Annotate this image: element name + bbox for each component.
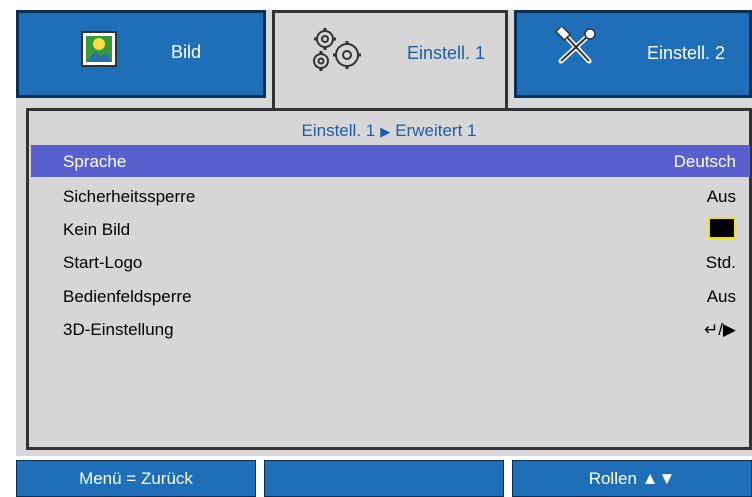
scroll-button[interactable]: Rollen ▲▼ [512, 460, 752, 497]
menu-item-value: Std. [705, 253, 736, 272]
picture-icon [81, 31, 117, 72]
menu-item-value: Aus [706, 287, 736, 306]
osd-menu: Bild Einstell. 1 Einstell. 2 Einstell. 1… [16, 10, 752, 456]
tab-bild[interactable]: Bild [16, 10, 266, 98]
tab-label: Einstell. 2 [647, 43, 726, 63]
menu-item-label: 3D-Einstellung [63, 320, 174, 339]
menu-item-value: Aus [706, 187, 736, 206]
breadcrumb-part-1: Einstell. 1 [301, 121, 376, 140]
breadcrumb: Einstell. 1 ▶ Erweitert 1 [29, 121, 749, 141]
menu-item-bedienfeldsperre[interactable]: Bedienfeldsperre Aus [31, 280, 750, 312]
menu-item-start-logo[interactable]: Start-Logo Std. [31, 246, 750, 278]
tab-label: Einstell. 1 [407, 43, 486, 63]
tab-einstell-2[interactable]: Einstell. 2 [514, 10, 752, 98]
menu-item-sprache[interactable]: Sprache Deutsch [31, 145, 750, 177]
menu-panel: Einstell. 1 ▶ Erweitert 1 Sprache Deutsch … [26, 108, 752, 450]
footer-middle-bar [264, 460, 504, 497]
menu-item-label: Sicherheitssperre [63, 187, 196, 206]
menu-item-label: Kein Bild [63, 220, 131, 239]
gears-icon [309, 25, 369, 80]
breadcrumb-part-2: Erweitert 1 [395, 121, 477, 140]
menu-item-sicherheitssperre[interactable]: Sicherheitssperre Aus [31, 180, 750, 212]
tab-einstell-1[interactable]: Einstell. 1 [272, 10, 508, 120]
enter-submenu-icon: ↵/▶ [703, 320, 736, 339]
menu-item-label: Bedienfeldsperre [63, 287, 192, 306]
breadcrumb-separator-icon: ▶ [380, 124, 391, 139]
menu-item-label: Start-Logo [63, 253, 143, 272]
tools-icon [554, 24, 597, 72]
black-color-swatch [708, 217, 736, 239]
menu-item-kein-bild[interactable]: Kein Bild [31, 213, 750, 245]
menu-item-value: Deutsch [673, 152, 736, 171]
back-button[interactable]: Menü = Zurück [16, 460, 256, 497]
tab-label: Bild [171, 42, 202, 62]
menu-item-label: Sprache [63, 152, 127, 171]
menu-item-3d-einstellung[interactable]: 3D-Einstellung ↵/▶ [31, 313, 750, 345]
